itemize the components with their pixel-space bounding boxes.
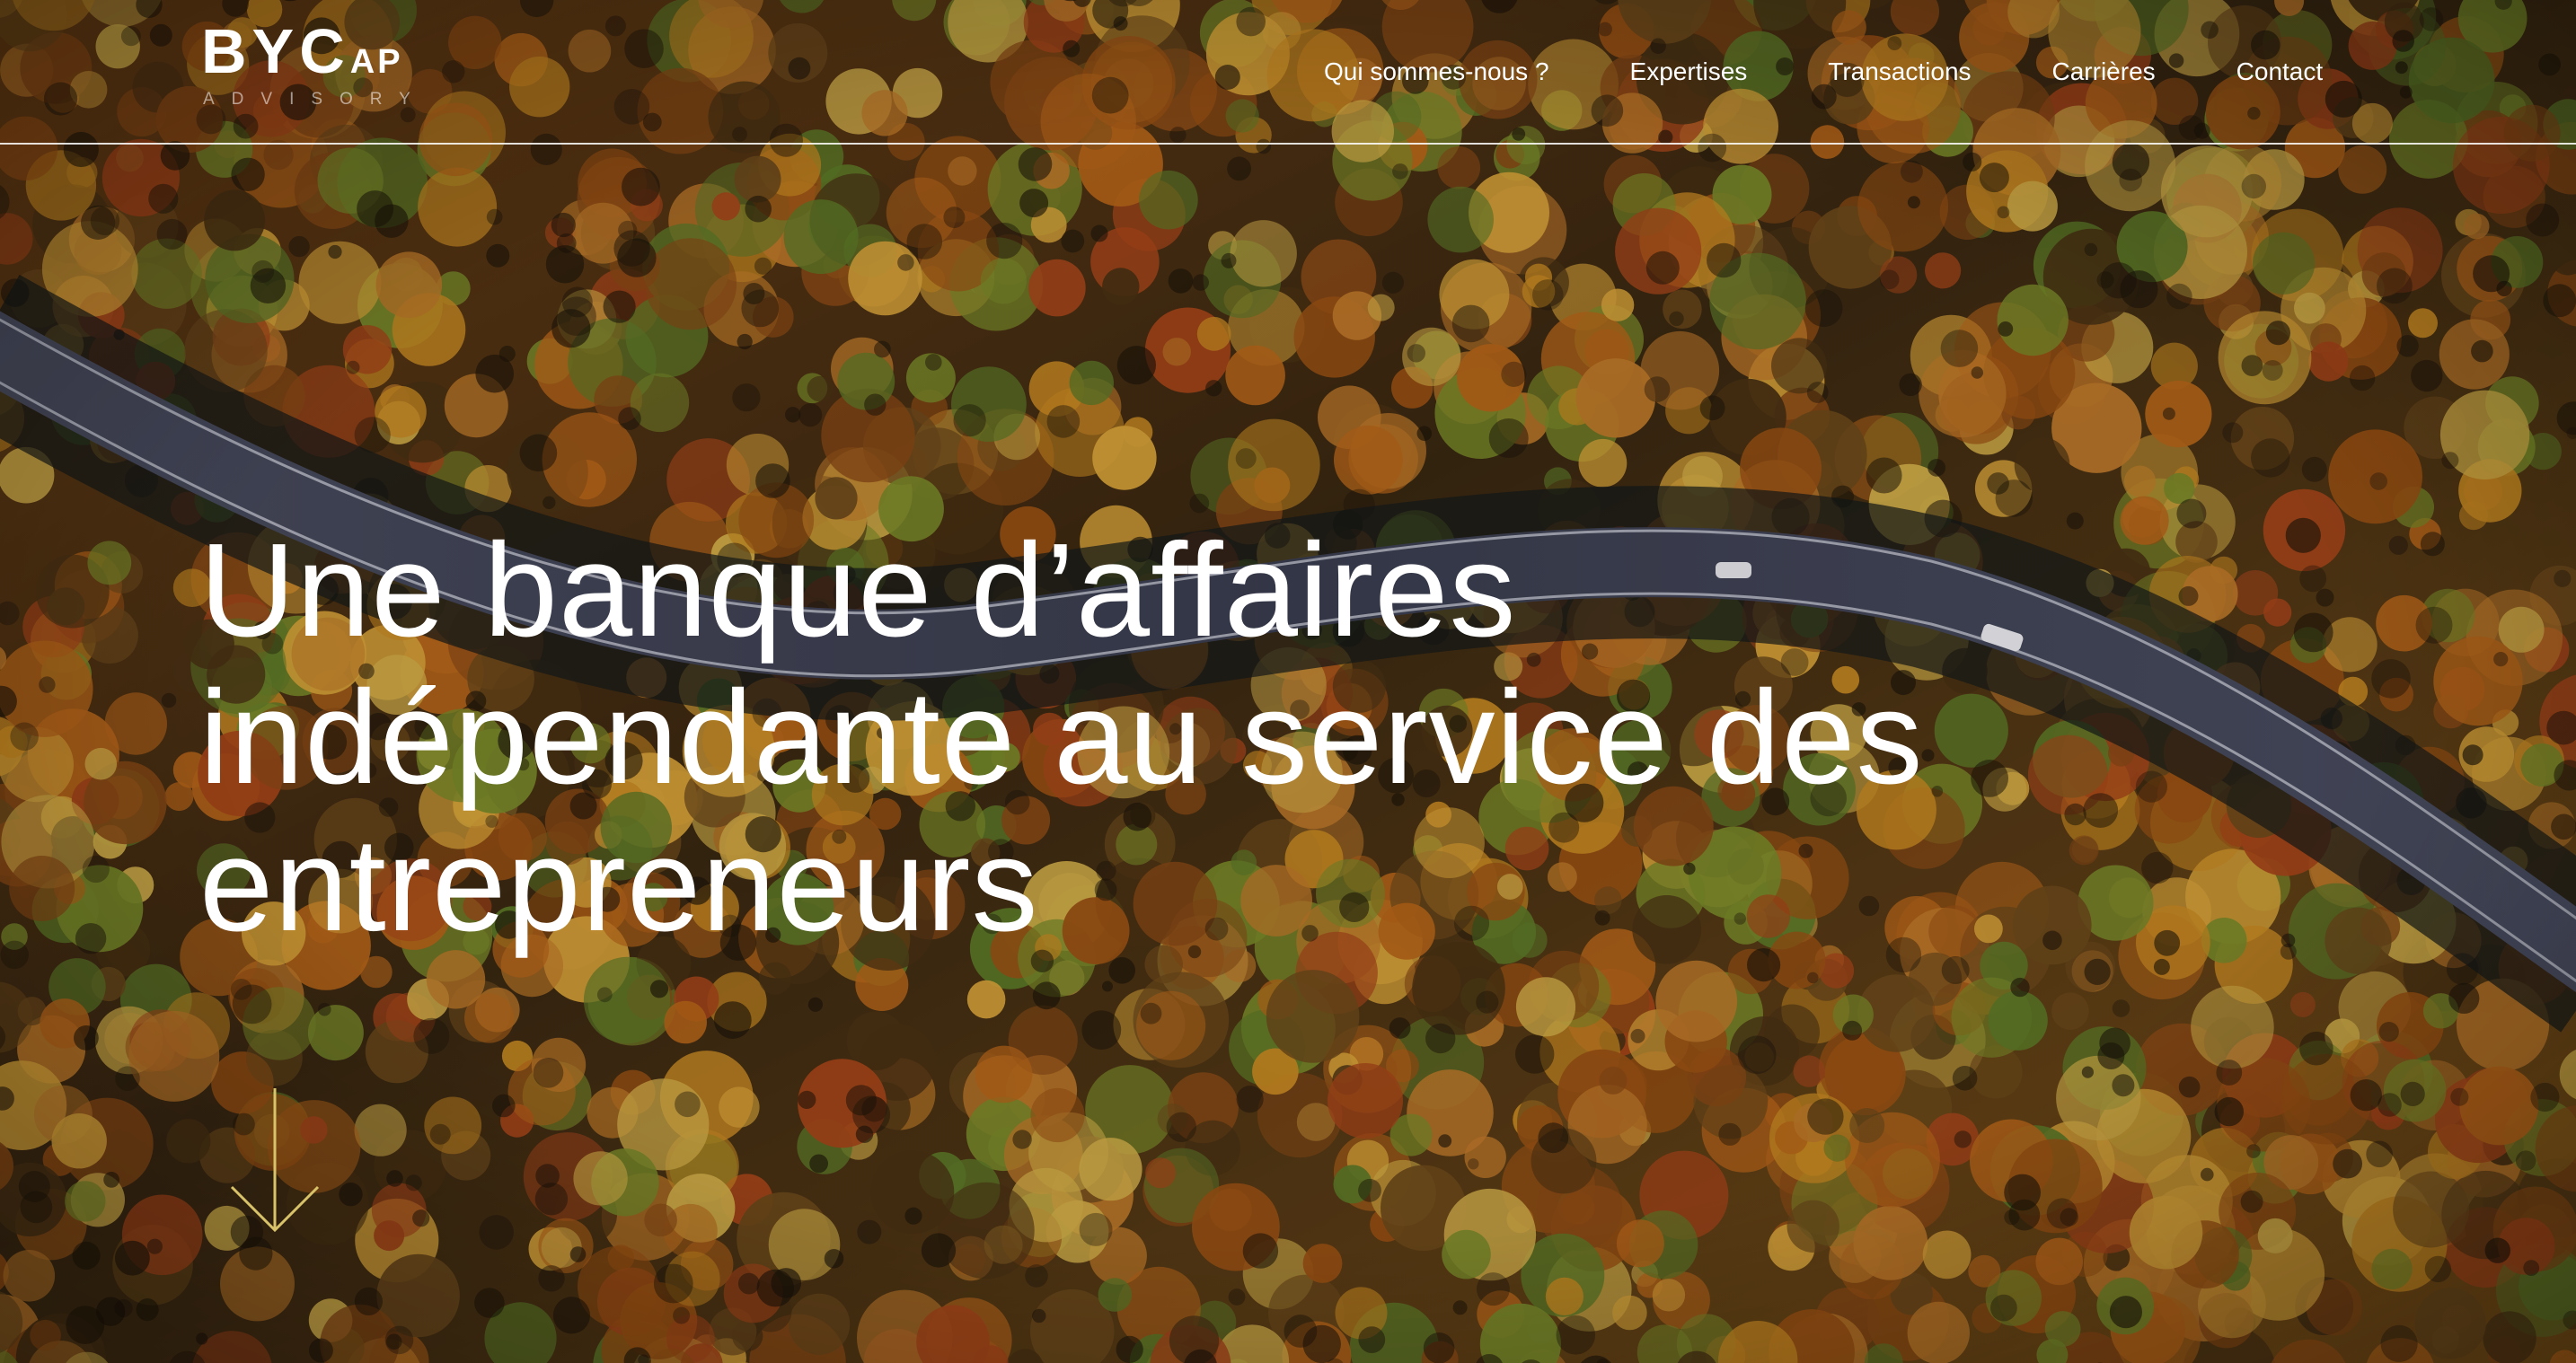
arrow-down-icon [230,1088,320,1233]
scroll-down-button[interactable] [228,1086,322,1239]
hero-title-line-2: indépendante au service des [199,664,1924,812]
logo-wordmark: BYCAP [201,16,403,86]
hero-title-line-3: entrepreneurs [199,811,1039,959]
byc-advisory-logo[interactable]: BYCAP ADVISORY [201,20,417,119]
hero-title: Une banque d’affaires indépendante au se… [199,517,2175,959]
main-navigation: Qui sommes-nous ? Expertises Transaction… [1324,52,2323,92]
header-divider [0,143,2576,145]
nav-item-transactions[interactable]: Transactions [1828,52,1971,92]
hero-title-line-1: Une banque d’affaires [199,516,1517,664]
nav-item-carrieres[interactable]: Carrières [2052,52,2156,92]
nav-item-contact[interactable]: Contact [2236,52,2324,92]
nav-item-qui-sommes-nous[interactable]: Qui sommes-nous ? [1324,52,1549,92]
logo-tagline: ADVISORY [203,90,428,109]
nav-item-expertises[interactable]: Expertises [1630,52,1748,92]
site-header: BYCAP ADVISORY Qui sommes-nous ? Experti… [0,0,2576,145]
